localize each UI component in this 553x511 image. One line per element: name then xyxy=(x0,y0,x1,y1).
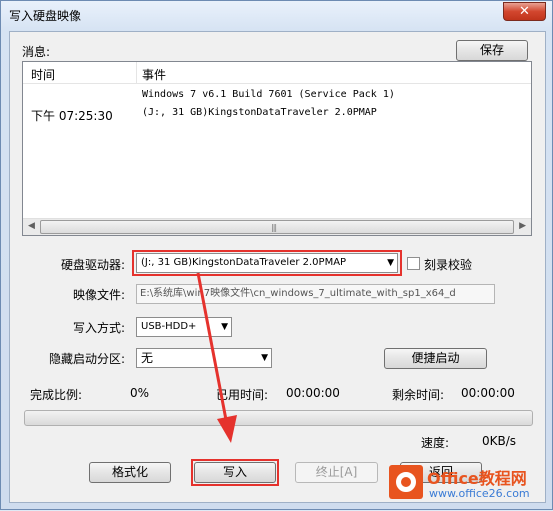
watermark-url: www.office26.com xyxy=(429,487,530,500)
office-logo-icon xyxy=(389,465,423,499)
write-disk-image-dialog: 写入硬盘映像 ✕ 消息: 保存 时间 事件 下午 07:25:30 Window… xyxy=(0,0,553,510)
annotation-arrow xyxy=(196,272,237,443)
watermark-brand: Office教程网 xyxy=(427,469,527,488)
